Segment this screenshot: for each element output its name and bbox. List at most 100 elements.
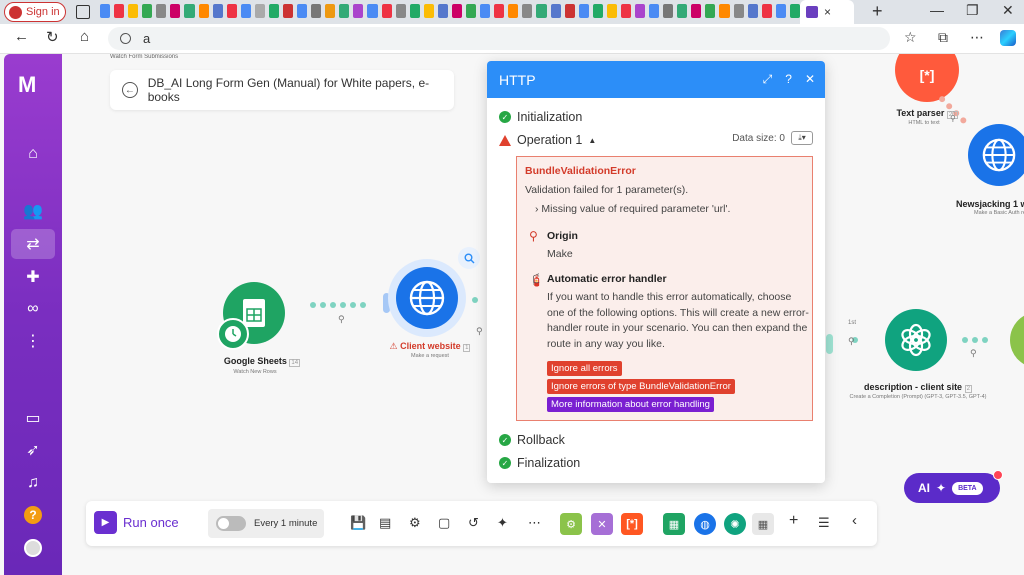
tab-favicon-icon[interactable] bbox=[170, 4, 181, 18]
connector-handle[interactable] bbox=[826, 334, 833, 354]
ignore-all-errors-button[interactable]: Ignore all errors bbox=[547, 361, 622, 376]
tab-favicon-icon[interactable] bbox=[114, 4, 125, 18]
more-info-button[interactable]: More information about error handling bbox=[547, 397, 714, 412]
tab-favicon-icon[interactable] bbox=[522, 4, 533, 18]
http-app-icon[interactable]: ◍ bbox=[694, 513, 716, 535]
tab-favicon-icon[interactable] bbox=[311, 4, 322, 18]
run-once-button[interactable]: ▶ Run once bbox=[94, 511, 179, 534]
schedule-control[interactable]: Every 1 minute bbox=[208, 509, 324, 538]
expand-icon[interactable]: ⤢ bbox=[763, 72, 773, 87]
refresh-icon[interactable]: ↻ bbox=[46, 28, 59, 46]
tab-favicon-icon[interactable] bbox=[325, 4, 336, 18]
rocket-icon[interactable]: ➶ bbox=[4, 435, 62, 465]
google-sheets-app-icon[interactable]: ▦ bbox=[663, 513, 685, 535]
checklist-icon[interactable]: ☰ bbox=[818, 515, 830, 531]
book-icon[interactable]: ▭ bbox=[4, 403, 62, 433]
minimize-button[interactable]: — bbox=[930, 2, 944, 18]
align-icon[interactable]: ▤ bbox=[379, 515, 391, 531]
help-icon[interactable]: ? bbox=[24, 506, 42, 524]
tab-favicon-icon[interactable] bbox=[240, 4, 251, 18]
search-icon[interactable] bbox=[458, 247, 480, 269]
users-icon[interactable]: 👥 bbox=[4, 196, 62, 226]
tab-favicon-icon[interactable] bbox=[719, 4, 730, 18]
tab-favicon-icon[interactable] bbox=[747, 4, 758, 18]
tab-favicon-icon[interactable] bbox=[100, 4, 111, 18]
add-module-icon[interactable]: + bbox=[789, 512, 798, 530]
tab-favicon-icon[interactable] bbox=[536, 4, 547, 18]
tab-favicon-icon[interactable] bbox=[254, 4, 265, 18]
tab-favicon-icon[interactable] bbox=[466, 4, 477, 18]
back-arrow-icon[interactable]: ← bbox=[14, 28, 29, 45]
openai-app-icon[interactable]: ✺ bbox=[724, 513, 746, 535]
tab-favicon-icon[interactable] bbox=[226, 4, 237, 18]
tab-favicon-icon[interactable] bbox=[451, 4, 463, 18]
collapse-caret-icon[interactable]: ▲ bbox=[588, 136, 596, 145]
close-window-button[interactable]: ✕ bbox=[1002, 2, 1014, 19]
address-input[interactable]: a bbox=[108, 27, 890, 50]
tab-favicon-icon[interactable] bbox=[550, 4, 561, 18]
wrench-icon[interactable]: ⚲ bbox=[476, 326, 483, 337]
wrench-icon[interactable]: ⚲ bbox=[338, 314, 345, 325]
favorites-star-icon[interactable]: ☆ bbox=[904, 29, 917, 46]
collections-icon[interactable]: ⧉ bbox=[938, 29, 948, 46]
tab-favicon-icon[interactable] bbox=[437, 4, 448, 18]
step-operation[interactable]: Operation 1 ▲ bbox=[499, 133, 596, 147]
more-icon[interactable]: ⋮ bbox=[4, 326, 62, 356]
ignore-type-errors-button[interactable]: Ignore errors of type BundleValidationEr… bbox=[547, 379, 735, 394]
more-menu-icon[interactable]: ⋯ bbox=[970, 29, 984, 46]
tab-favicon-icon[interactable] bbox=[508, 4, 519, 18]
tab-favicon-icon[interactable] bbox=[761, 4, 772, 18]
flow-control-app-icon[interactable]: ✕ bbox=[591, 513, 613, 535]
tab-favicon-icon[interactable] bbox=[663, 4, 674, 18]
description-module[interactable] bbox=[885, 309, 947, 371]
home-icon[interactable]: ⌂ bbox=[80, 28, 89, 45]
text-parser-module[interactable]: [*] bbox=[895, 54, 959, 102]
tab-favicon-icon[interactable] bbox=[677, 4, 688, 18]
wrench-icon[interactable]: ⚲ bbox=[950, 114, 956, 123]
clock-trigger-icon[interactable] bbox=[217, 318, 249, 350]
tab-favicon-icon[interactable] bbox=[578, 4, 589, 18]
step-finalization[interactable]: ✓ Finalization bbox=[499, 456, 580, 470]
magic-wand-icon[interactable]: ✦ bbox=[497, 515, 508, 531]
step-initialization[interactable]: ✓ Initialization bbox=[499, 110, 582, 124]
tab-favicon-icon[interactable] bbox=[775, 4, 786, 18]
puzzle-icon[interactable]: ✚ bbox=[4, 262, 62, 292]
tab-favicon-icon[interactable] bbox=[480, 4, 491, 18]
tab-favicon-icon[interactable] bbox=[156, 4, 167, 18]
settings-gear-icon[interactable]: ⚙ bbox=[409, 515, 421, 531]
close-tab-icon[interactable]: × bbox=[824, 5, 831, 19]
new-tab-button[interactable]: + bbox=[872, 1, 883, 22]
tab-favicon-icon[interactable] bbox=[606, 4, 617, 18]
tab-favicon-icon[interactable] bbox=[212, 4, 223, 18]
tab-favicon-icon[interactable] bbox=[494, 4, 505, 18]
home-icon[interactable]: ⌂ bbox=[4, 139, 62, 169]
tab-favicon-icon[interactable] bbox=[142, 4, 153, 18]
schedule-toggle[interactable] bbox=[216, 516, 246, 531]
tab-favicon-icon[interactable] bbox=[395, 4, 406, 18]
notes-icon[interactable]: ▢ bbox=[438, 515, 450, 531]
ai-assistant-button[interactable]: AI ✦ BETA bbox=[904, 473, 1000, 503]
help-icon[interactable]: ? bbox=[785, 72, 792, 87]
grid-apps-icon[interactable]: ▦ bbox=[752, 513, 774, 535]
tab-favicon-icon[interactable] bbox=[592, 4, 603, 18]
tools-app-icon[interactable]: ⚙ bbox=[560, 513, 582, 535]
tab-favicon-icon[interactable] bbox=[733, 4, 744, 18]
copilot-icon[interactable] bbox=[1000, 30, 1016, 46]
tab-favicon-icon[interactable] bbox=[297, 4, 308, 18]
tab-favicon-icon[interactable] bbox=[184, 4, 195, 18]
tab-favicon-icon[interactable] bbox=[339, 4, 350, 18]
tab-favicon-icon[interactable] bbox=[564, 4, 575, 18]
tab-favicon-icon[interactable] bbox=[198, 4, 209, 18]
save-icon[interactable]: 💾 bbox=[350, 515, 366, 531]
tab-actions-icon[interactable] bbox=[76, 5, 90, 19]
sign-in-button[interactable]: Sign in bbox=[4, 2, 66, 22]
share-icon[interactable]: ⇄ bbox=[11, 229, 55, 259]
error-detail[interactable]: › Missing value of required parameter 'u… bbox=[535, 203, 730, 215]
tab-active[interactable]: × bbox=[800, 0, 854, 24]
tab-favicon-icon[interactable] bbox=[620, 4, 631, 18]
tab-favicon-icon[interactable] bbox=[353, 4, 364, 18]
tab-favicon-icon[interactable] bbox=[381, 4, 392, 18]
tab-favicon-icon[interactable] bbox=[268, 4, 280, 18]
download-icon[interactable]: ⤓▾ bbox=[791, 131, 813, 145]
text-parser-app-icon[interactable]: [*] bbox=[621, 513, 643, 535]
